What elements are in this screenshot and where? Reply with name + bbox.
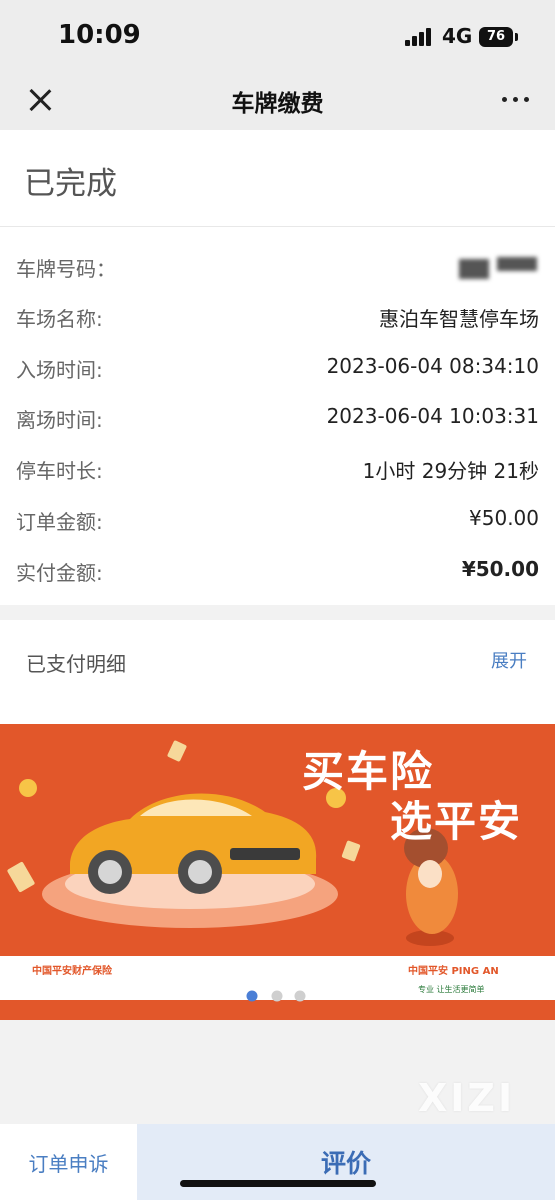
paid-detail-section: 已支付明细 展开: [0, 620, 555, 702]
detail-value: ¥50.00: [469, 506, 539, 530]
order-status-card: 已完成: [0, 130, 555, 227]
detail-label: 车牌号码：: [16, 257, 116, 281]
ad-banner-container: 买车险 选平安 中国平安财产保险 中国平安 PING AN 专业 让生活更简单: [0, 702, 555, 1020]
ad-brand-right: 中国平安 PING AN: [408, 966, 499, 977]
more-icon[interactable]: [496, 90, 536, 110]
ad-brand-left: 中国平安财产保险: [32, 966, 112, 977]
order-status: 已完成: [24, 166, 117, 202]
paid-detail-label: 已支付明细: [26, 652, 126, 676]
detail-label: 离场时间:: [16, 408, 103, 432]
detail-row-order-amount: 订单金额: ¥50.00: [0, 498, 555, 538]
detail-row-paid-amount: 实付金额: ¥50.00: [0, 549, 555, 589]
network-type: 4G: [442, 24, 473, 48]
cellular-signal-icon: [405, 28, 435, 46]
battery-icon: 76: [479, 27, 513, 47]
rate-label: 评价: [320, 1149, 371, 1178]
detail-value: 2023-06-04 10:03:31: [326, 404, 539, 428]
battery-tip: [515, 33, 518, 41]
detail-row-exit: 离场时间: 2023-06-04 10:03:31: [0, 396, 555, 436]
detail-label: 订单金额:: [16, 510, 103, 534]
detail-label: 实付金额:: [16, 561, 103, 585]
ad-slogan: 专业 让生活更简单: [418, 985, 485, 994]
detail-row-plate: 车牌号码：: [0, 245, 555, 285]
carousel-dot[interactable]: [294, 990, 306, 1002]
order-appeal-button[interactable]: 订单申诉: [0, 1124, 137, 1200]
plate-number-redacted: [459, 257, 537, 279]
detail-value: 惠泊车智慧停车场: [379, 307, 539, 331]
carousel-dot-active[interactable]: [246, 990, 258, 1002]
rate-button[interactable]: 评价: [137, 1124, 555, 1200]
watermark: XIZI: [418, 1076, 516, 1120]
carousel-dot[interactable]: [271, 990, 283, 1002]
detail-row-lot: 车场名称: 惠泊车智慧停车场: [0, 295, 555, 335]
detail-label: 车场名称:: [16, 307, 103, 331]
order-details-card: 车牌号码： 车场名称: 惠泊车智慧停车场 入场时间: 2023-06-04 08…: [0, 227, 555, 605]
page-title: 车牌缴费: [231, 91, 324, 117]
nav-bar: 车牌缴费: [0, 70, 555, 130]
detail-row-duration: 停车时长: 1小时 29分钟 21秒: [0, 447, 555, 487]
home-indicator: [180, 1180, 376, 1187]
detail-value: 2023-06-04 08:34:10: [326, 354, 539, 378]
detail-label: 停车时长:: [16, 459, 103, 483]
insurance-ad-banner[interactable]: 买车险 选平安 中国平安财产保险 中国平安 PING AN 专业 让生活更简单: [0, 724, 555, 1020]
expand-link[interactable]: 展开: [491, 647, 527, 673]
detail-value: ¥50.00: [461, 557, 539, 581]
ad-headline-2: 选平安: [390, 797, 523, 846]
bottom-action-bar: 订单申诉 评价: [0, 1124, 555, 1200]
detail-value: 1小时 29分钟 21秒: [362, 459, 539, 483]
detail-label: 入场时间:: [16, 358, 103, 382]
order-appeal-label: 订单申诉: [28, 1152, 109, 1176]
status-time: 10:09: [58, 20, 141, 50]
status-bar: 10:09 4G 76: [0, 0, 555, 70]
detail-row-entry: 入场时间: 2023-06-04 08:34:10: [0, 346, 555, 386]
